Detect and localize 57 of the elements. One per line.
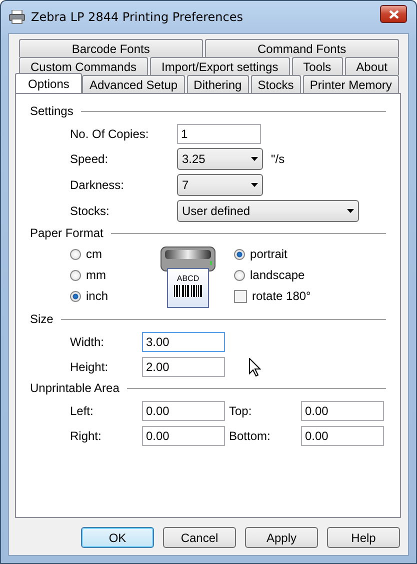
field-label: Bottom: bbox=[229, 429, 272, 443]
input-field[interactable]: 3.00 bbox=[142, 332, 225, 352]
field-label: Left: bbox=[70, 404, 94, 418]
group-title: Unprintable Area bbox=[30, 381, 120, 395]
dropdown-arrow-icon bbox=[251, 157, 258, 161]
tab[interactable]: Import/Export settings bbox=[150, 57, 290, 75]
checkbox[interactable]: rotate 180° bbox=[234, 288, 311, 304]
close-icon bbox=[388, 10, 398, 18]
group-title: Paper Format bbox=[30, 226, 104, 240]
tab[interactable]: About bbox=[344, 57, 399, 75]
dropdown[interactable]: 7 bbox=[177, 174, 263, 196]
input-field[interactable]: 1 bbox=[177, 124, 261, 144]
radio-option[interactable]: landscape bbox=[234, 267, 311, 283]
tab[interactable]: Printer Memory bbox=[302, 75, 399, 93]
field-label: Height: bbox=[70, 360, 110, 374]
close-button[interactable] bbox=[380, 5, 407, 23]
label-text: ABCD bbox=[176, 275, 200, 283]
printer-icon bbox=[9, 10, 25, 24]
field-label: No. Of Copies: bbox=[70, 127, 150, 141]
mouse-cursor-icon bbox=[249, 358, 261, 376]
tab[interactable]: Options bbox=[15, 73, 82, 93]
radio-option[interactable]: inch bbox=[70, 288, 108, 304]
field-label: Speed: bbox=[70, 152, 110, 166]
radio-option[interactable]: portrait bbox=[234, 246, 311, 262]
barcode-icon bbox=[174, 285, 202, 297]
tab[interactable]: Command Fonts bbox=[204, 39, 399, 57]
field-label: Darkness: bbox=[70, 178, 126, 192]
dropdown[interactable]: 3.25 bbox=[177, 148, 263, 170]
input-field[interactable]: 2.00 bbox=[142, 357, 225, 377]
tab[interactable]: Tools bbox=[292, 57, 343, 75]
dropdown-arrow-icon bbox=[251, 183, 258, 187]
dialog-button[interactable]: Help bbox=[327, 527, 400, 548]
input-field[interactable]: 0.00 bbox=[142, 426, 225, 446]
field-label: Top: bbox=[229, 404, 253, 418]
unit-label: "/s bbox=[271, 152, 285, 166]
printer-icon bbox=[160, 246, 216, 272]
field-label: Width: bbox=[70, 335, 106, 349]
radio-option[interactable]: mm bbox=[70, 267, 108, 283]
dialog-button[interactable]: Apply bbox=[245, 527, 318, 548]
tab[interactable]: Barcode Fonts bbox=[19, 39, 203, 57]
group-title: Size bbox=[30, 312, 54, 326]
dropdown-arrow-icon bbox=[347, 209, 354, 213]
field-label: Stocks: bbox=[70, 204, 110, 218]
field-label: Right: bbox=[70, 429, 102, 443]
dialog-button[interactable]: OK bbox=[81, 527, 154, 548]
input-field[interactable]: 0.00 bbox=[301, 426, 384, 446]
group-title: Settings bbox=[30, 104, 74, 118]
window-title: Zebra LP 2844 Printing Preferences bbox=[31, 10, 244, 24]
dropdown[interactable]: User defined bbox=[177, 200, 359, 222]
tab[interactable]: Dithering bbox=[186, 75, 249, 93]
input-field[interactable]: 0.00 bbox=[301, 401, 384, 421]
tab[interactable]: Stocks bbox=[250, 75, 301, 93]
input-field[interactable]: 0.00 bbox=[142, 401, 225, 421]
radio-option[interactable]: cm bbox=[70, 246, 108, 262]
tab[interactable]: Advanced Setup bbox=[82, 75, 185, 93]
dialog-button[interactable]: Cancel bbox=[163, 527, 236, 548]
tab[interactable]: Custom Commands bbox=[19, 57, 148, 75]
